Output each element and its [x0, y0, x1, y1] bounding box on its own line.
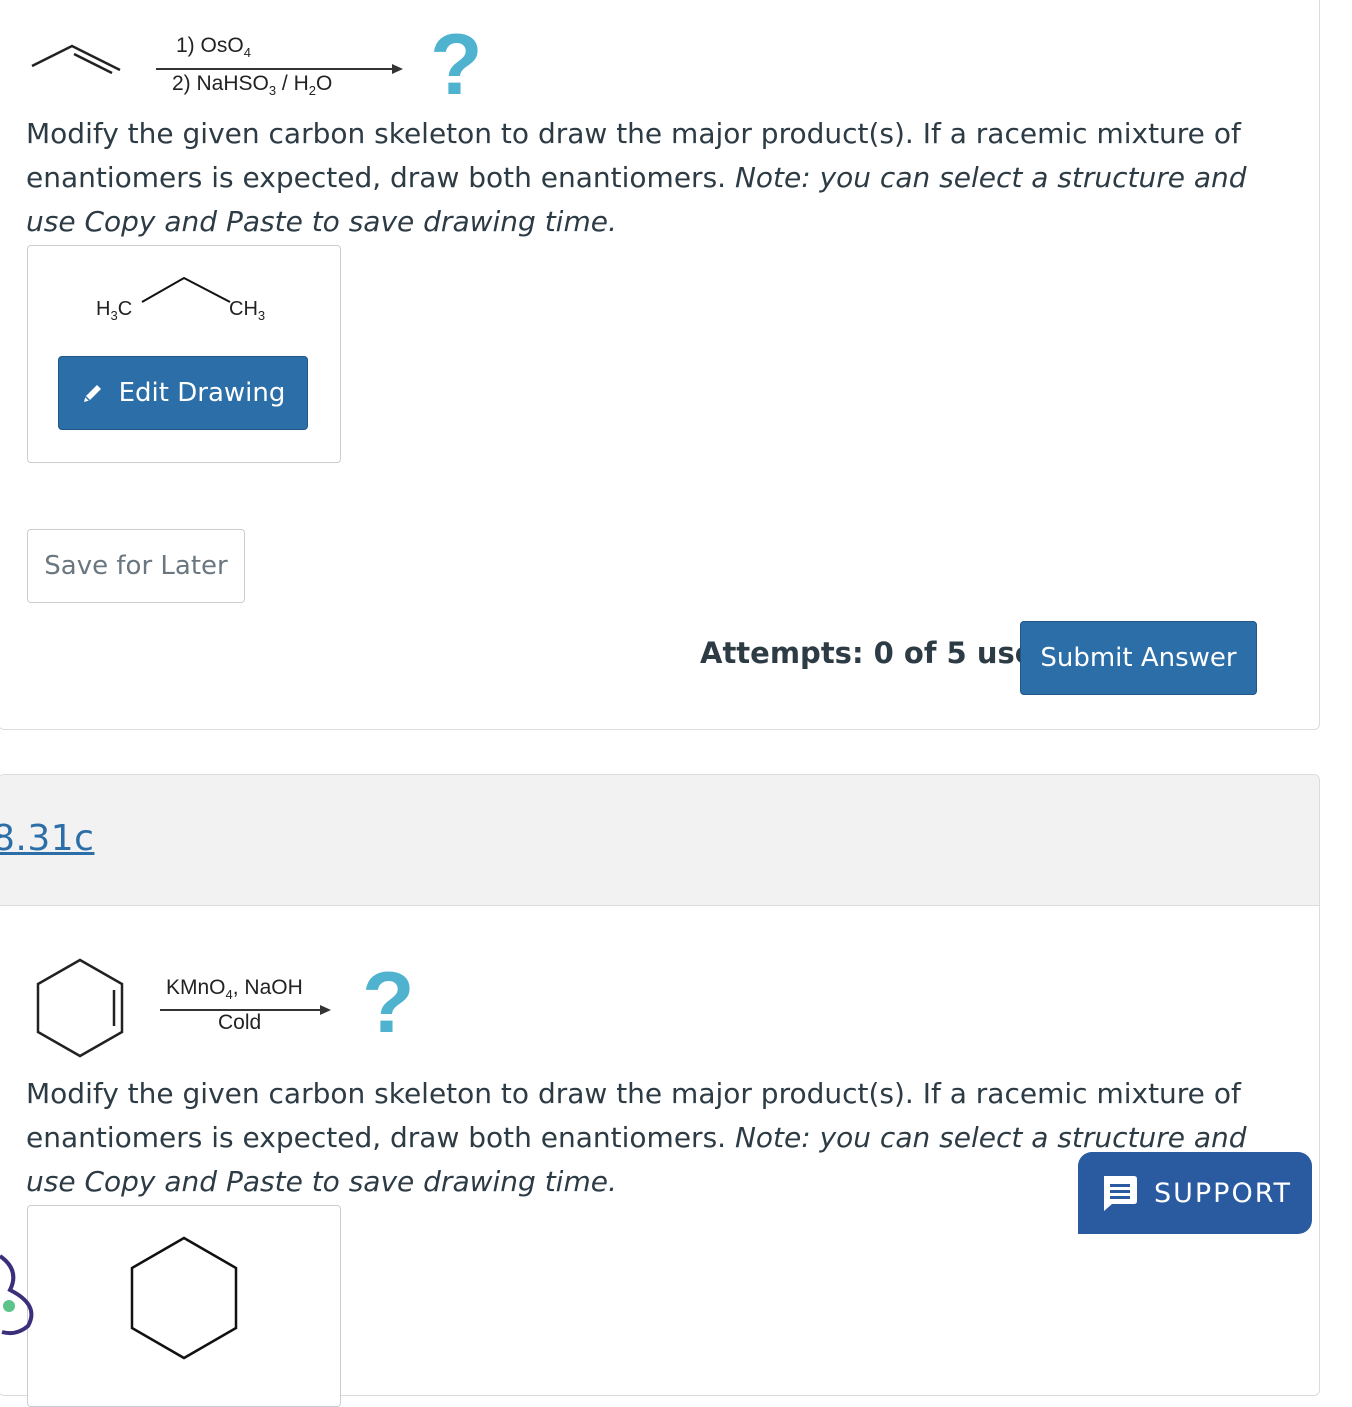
- cyclohexane-skeleton: [130, 1236, 238, 1360]
- h3c-label: H3C: [96, 298, 133, 323]
- propene-structure: [31, 44, 121, 75]
- product-question-mark-2: ?: [362, 955, 415, 1051]
- reaction-arrow: [156, 68, 400, 70]
- chat-icon: [1103, 1176, 1137, 1211]
- reagent-cold: Cold: [218, 1011, 262, 1034]
- save-for-later-label: Save for Later: [44, 551, 228, 581]
- pointer-decoration-icon: [0, 1254, 34, 1336]
- question-title-link[interactable]: 8.31c: [0, 818, 94, 859]
- cyclohexene-structure: [36, 958, 124, 1058]
- support-button[interactable]: SUPPORT: [1078, 1152, 1312, 1234]
- question-prompt: Modify the given carbon skeleton to draw…: [26, 117, 1247, 238]
- attempts-counter: Attempts: 0 of 5 used: [700, 636, 1056, 670]
- question-header: [0, 775, 1319, 906]
- propane-skeleton: [141, 276, 231, 303]
- edit-drawing-label: Edit Drawing: [118, 378, 286, 408]
- product-question-mark: ?: [430, 17, 483, 113]
- arrow-head-icon: [392, 64, 403, 74]
- ch3-label: CH3: [229, 298, 266, 323]
- submit-answer-button[interactable]: Submit Answer: [1020, 621, 1257, 695]
- arrow-head-icon: [320, 1005, 331, 1015]
- edit-drawing-button[interactable]: Edit Drawing: [58, 356, 308, 430]
- question-prompt-2: Modify the given carbon skeleton to draw…: [26, 1077, 1247, 1198]
- submit-answer-label: Submit Answer: [1040, 643, 1237, 673]
- reagent-line-2: 2) NaHSO3 / H2O: [172, 72, 333, 99]
- pencil-icon: [83, 385, 101, 402]
- reagent-line-1: 1) OsO4: [176, 34, 251, 61]
- save-for-later-button[interactable]: Save for Later: [27, 529, 245, 603]
- reagent-kmno4: KMnO4, NaOH: [166, 976, 303, 1003]
- support-label: SUPPORT: [1153, 1177, 1292, 1209]
